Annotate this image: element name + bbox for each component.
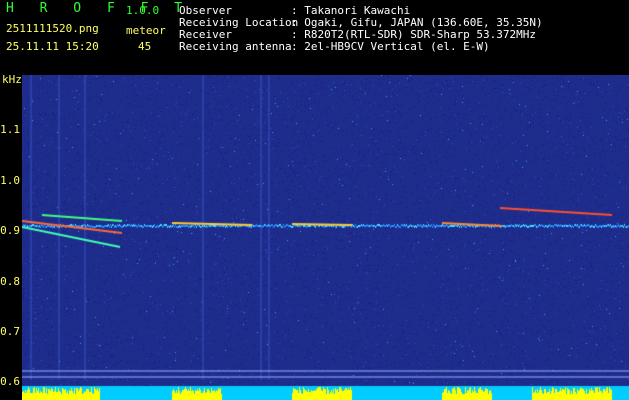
spectrogram-canvas xyxy=(22,75,629,400)
meteor-label: meteor xyxy=(126,24,166,37)
spectrogram-window: H R O F F T 1.0.0 2511111520.png meteor … xyxy=(0,0,629,400)
meteor-count: 45 xyxy=(138,40,152,53)
y-tick-label: 0.9 xyxy=(0,224,20,237)
antenna-value: : 2el-HB9CV Vertical (el. E-W) xyxy=(291,40,490,53)
app-version: 1.0.0 xyxy=(126,4,160,17)
y-tick-label: 0.6 xyxy=(0,375,20,388)
app-title: H R O F F T xyxy=(6,1,192,16)
datetime: 25.11.11 15:20 xyxy=(6,40,99,53)
y-tick-label: 0.8 xyxy=(0,275,20,288)
antenna-label: Receiving antenna xyxy=(179,40,292,53)
y-tick-label: 1.1 xyxy=(0,123,20,136)
file-name: 2511111520.png xyxy=(6,22,99,35)
y-tick-label: 1.0 xyxy=(0,174,20,187)
spectrogram-plot xyxy=(22,75,629,400)
y-tick-label: 0.7 xyxy=(0,325,20,338)
y-unit-label: kHz xyxy=(2,73,22,86)
